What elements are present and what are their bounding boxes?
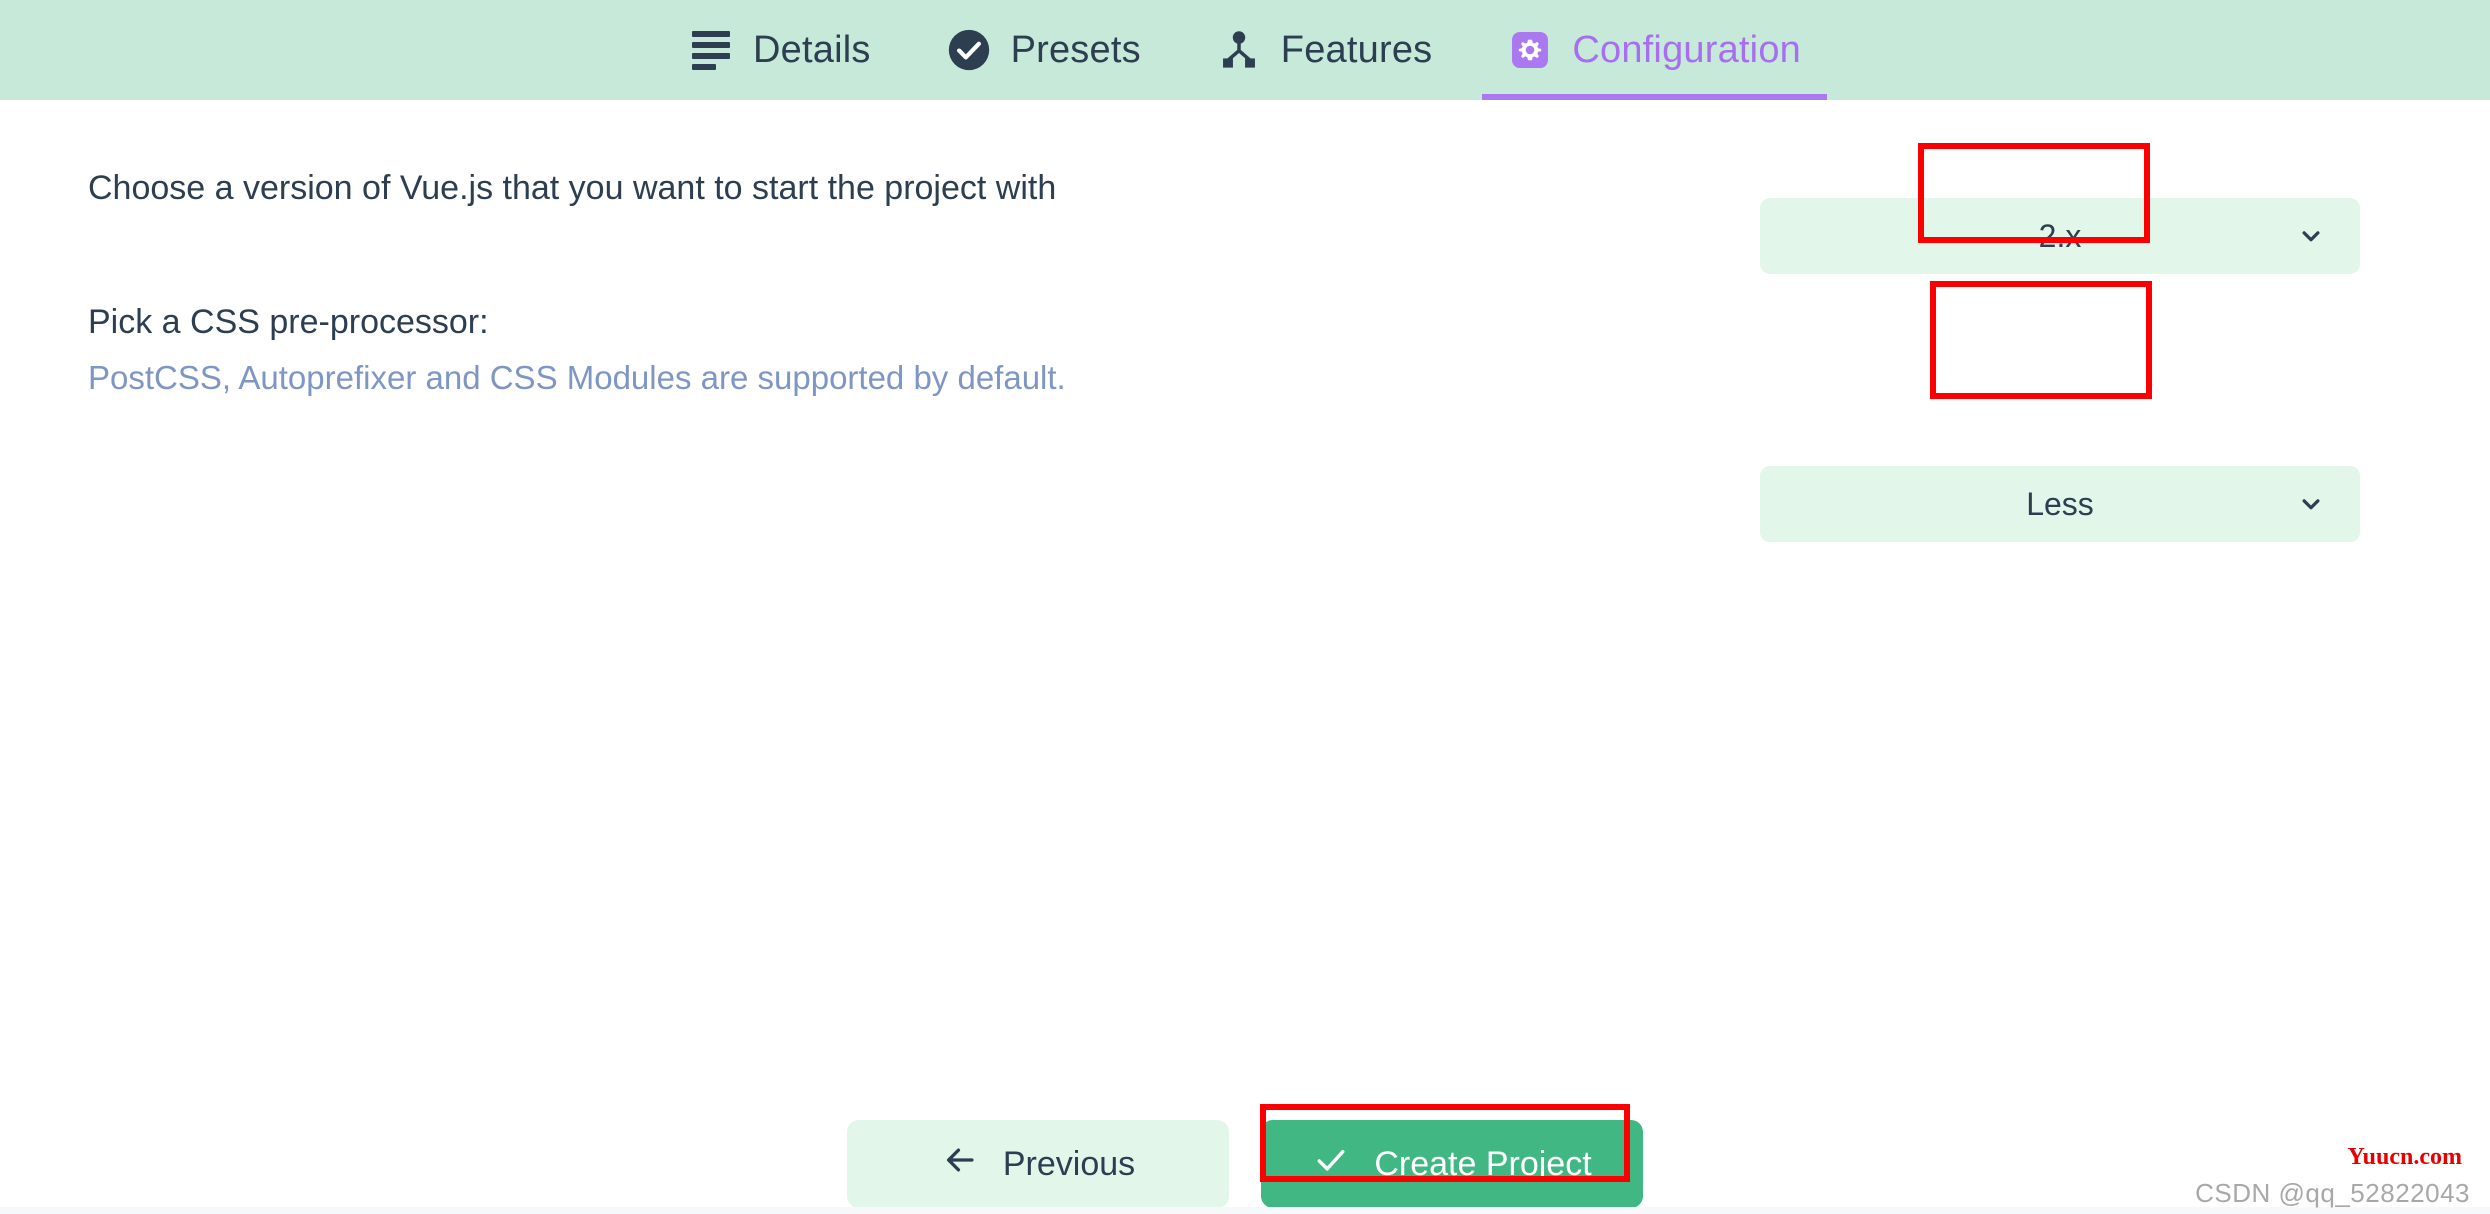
question-label-vue-version: Choose a version of Vue.js that you want… — [88, 169, 1057, 207]
vue-cli-ui-window: Details Presets Features Configuration C… — [0, 0, 2490, 1214]
create-project-button-label: Create Project — [1374, 1144, 1592, 1183]
question-label-css-preprocessor: Pick a CSS pre-processor: — [88, 303, 489, 341]
check-circle-icon — [947, 28, 991, 72]
tab-presets[interactable]: Presets — [909, 0, 1179, 100]
previous-button-label: Previous — [1002, 1144, 1136, 1183]
bottom-strip — [0, 1207, 2490, 1214]
footer-actions: Previous Create Project — [0, 1104, 2490, 1214]
tab-configuration-label: Configuration — [1572, 28, 1801, 71]
chevron-down-icon[interactable] — [2296, 489, 2326, 519]
create-project-button[interactable]: Create Project — [1261, 1120, 1643, 1208]
previous-button[interactable]: Previous — [847, 1120, 1229, 1208]
watermark-author: CSDN @qq_52822043 — [2195, 1178, 2470, 1208]
tab-features-label: Features — [1280, 28, 1433, 71]
gear-square-icon — [1508, 28, 1552, 72]
css-preprocessor-select-value: Less — [2026, 485, 2094, 522]
tab-details-label: Details — [753, 28, 871, 71]
tab-configuration[interactable]: Configuration — [1470, 0, 1839, 100]
question-text-css-preprocessor: Pick a CSS pre-processor: PostCSS, Autop… — [88, 300, 1066, 400]
arrow-left-icon — [941, 1141, 979, 1188]
configuration-panel: Choose a version of Vue.js that you want… — [0, 100, 2490, 1214]
tab-features[interactable]: Features — [1179, 0, 1471, 100]
tab-details[interactable]: Details — [651, 0, 909, 100]
sitemap-icon — [1217, 28, 1261, 72]
vue-version-select[interactable]: 2.x — [1760, 198, 2360, 274]
tab-bar: Details Presets Features Configuration — [0, 0, 2490, 100]
check-icon — [1312, 1141, 1350, 1188]
question-text-vue-version: Choose a version of Vue.js that you want… — [88, 166, 1056, 212]
vue-version-select-value: 2.x — [2038, 217, 2082, 254]
css-preprocessor-select[interactable]: Less — [1760, 466, 2360, 542]
text-lines-icon — [689, 28, 733, 72]
chevron-down-icon[interactable] — [2296, 221, 2326, 251]
watermark-site: Yuucn.com — [2347, 1144, 2462, 1170]
tab-presets-label: Presets — [1010, 28, 1141, 71]
question-description-css-preprocessor: PostCSS, Autoprefixer and CSS Modules ar… — [88, 358, 1066, 396]
